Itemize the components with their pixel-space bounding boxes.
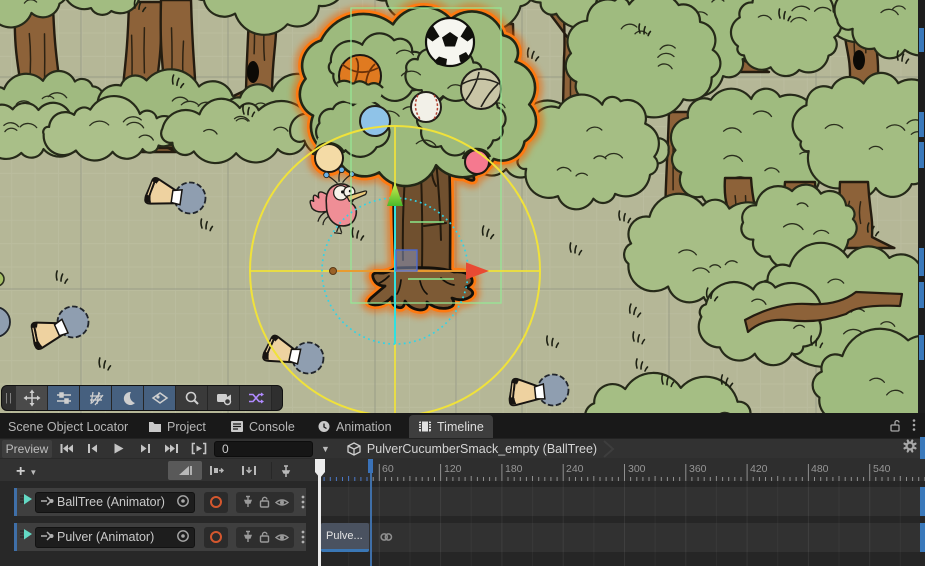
svg-text:300: 300 (628, 463, 646, 475)
svg-text:420: 420 (750, 463, 768, 475)
svg-text:180: 180 (505, 463, 523, 475)
svg-text:240: 240 (566, 463, 584, 475)
svg-text:60: 60 (382, 463, 394, 475)
svg-text:360: 360 (689, 463, 707, 475)
svg-text:120: 120 (444, 463, 462, 475)
svg-text:540: 540 (873, 463, 891, 475)
svg-text:480: 480 (811, 463, 829, 475)
